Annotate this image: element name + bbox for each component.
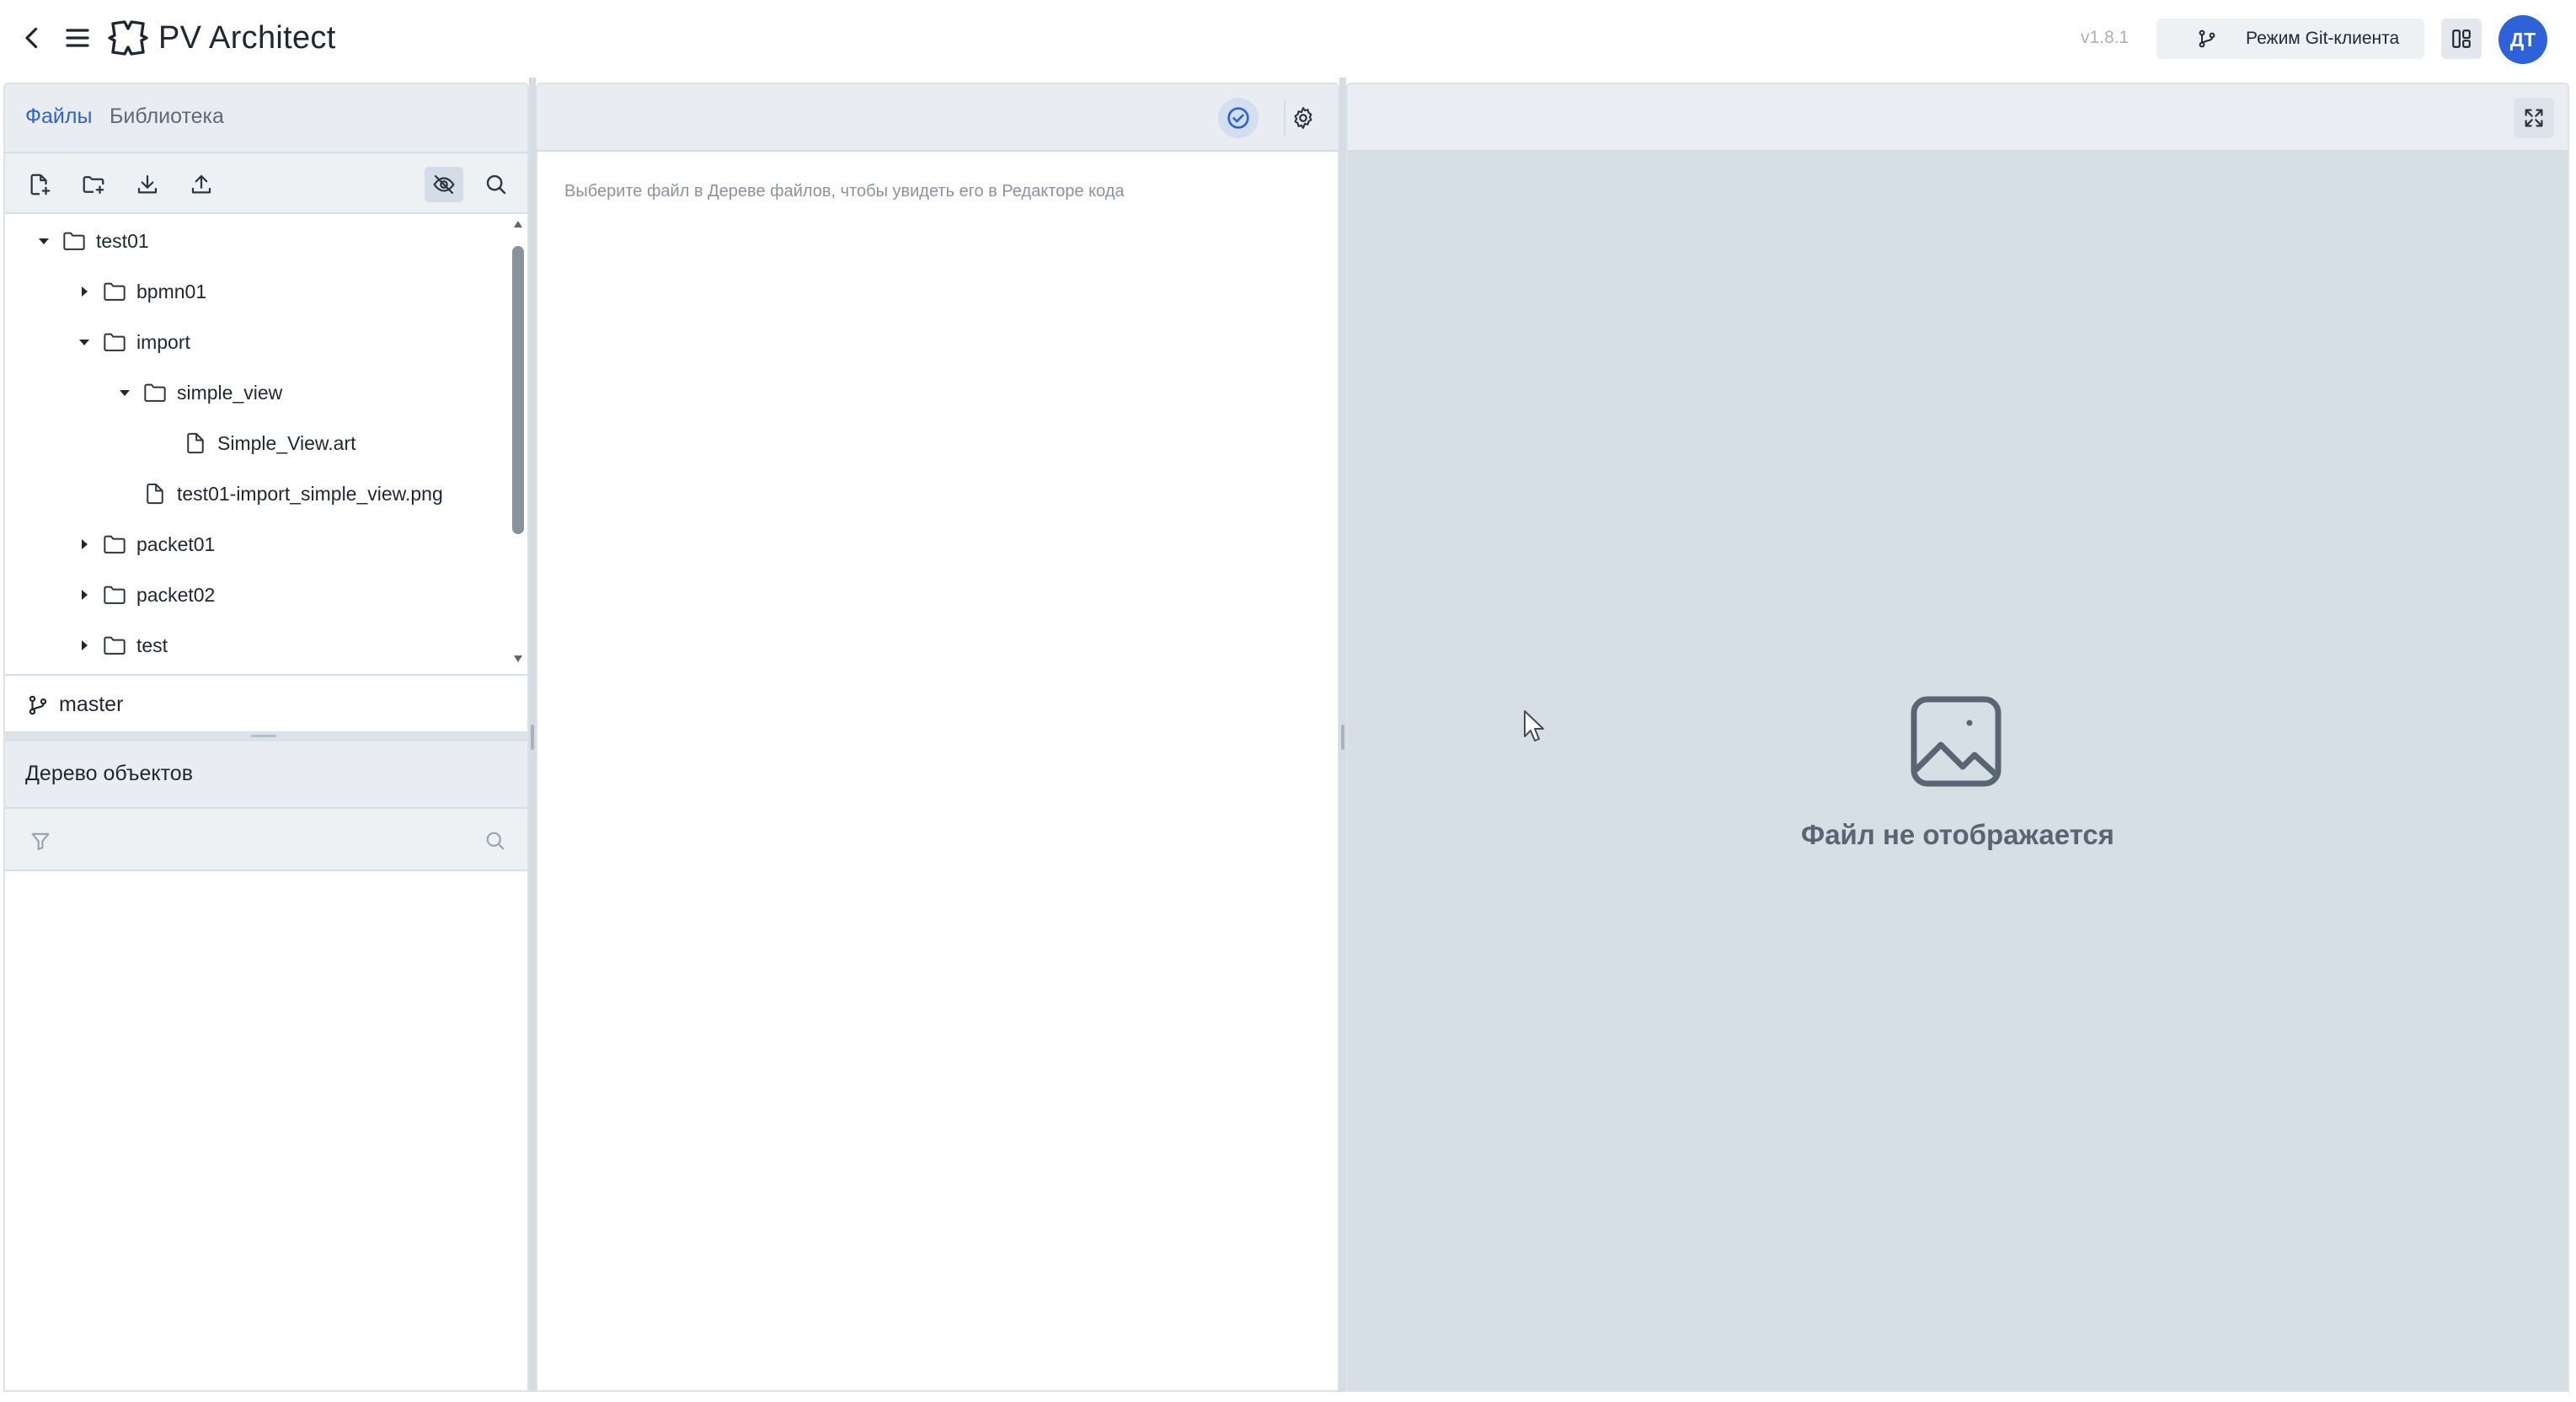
fullscreen-icon[interactable] — [2514, 98, 2554, 138]
editor-placeholder-text: Выберите файл в Дереве файлов, чтобы уви… — [564, 182, 1125, 201]
tree-item-label: test01 — [96, 229, 149, 252]
hamburger-menu-icon[interactable] — [62, 23, 93, 53]
mouse-cursor-icon — [1523, 709, 1548, 745]
tree-file-row[interactable]: Simple_View.art — [155, 426, 356, 460]
tree-item-label: import — [136, 330, 190, 353]
tree-folder-row[interactable]: bpmn01 — [74, 275, 206, 308]
caret-right-icon[interactable] — [74, 534, 94, 554]
caret-right-icon[interactable] — [74, 635, 94, 656]
check-circle-icon[interactable] — [1218, 98, 1259, 138]
file-icon — [143, 483, 167, 505]
tab-files[interactable]: Файлы — [25, 104, 92, 129]
object-tree-panel: Дерево объектов — [3, 741, 529, 1392]
object-filter-input[interactable] — [64, 822, 460, 858]
upload-icon[interactable] — [187, 170, 216, 199]
search-icon[interactable] — [482, 170, 510, 199]
new-file-icon[interactable] — [25, 170, 54, 199]
search-icon[interactable] — [484, 829, 507, 853]
image-placeholder-icon — [1909, 694, 2003, 789]
layout-toggle-icon[interactable] — [2441, 19, 2482, 59]
git-branch-icon — [2197, 29, 2217, 49]
folder-icon — [103, 281, 126, 302]
git-client-mode-button[interactable]: Режим Git-клиента — [2156, 19, 2424, 59]
tree-folder-row[interactable]: import — [74, 325, 190, 359]
tree-item-label: test01-import_simple_view.png — [177, 482, 443, 505]
tree-file-row[interactable]: test01-import_simple_view.png — [115, 477, 443, 511]
tab-library[interactable]: Библиотека — [110, 104, 224, 129]
app-logo-icon — [108, 19, 148, 57]
tree-folder-row[interactable]: test — [74, 629, 168, 662]
tree-item-label: bpmn01 — [136, 280, 207, 302]
preview-toolbar — [1348, 84, 2568, 152]
splitter-grip[interactable] — [1341, 725, 1344, 750]
object-tree-header: Дерево объектов — [5, 741, 527, 809]
filter-icon — [29, 829, 52, 853]
caret-right-icon[interactable] — [74, 281, 94, 302]
user-avatar[interactable]: ДТ — [2499, 15, 2547, 64]
object-tree-title: Дерево объектов — [25, 762, 193, 785]
no-preview-message: Файл не отображается — [1801, 819, 2114, 850]
folder-icon — [103, 533, 126, 555]
tree-item-label: simple_view — [177, 381, 283, 404]
splitter-grip[interactable] — [531, 725, 534, 750]
caret-right-icon[interactable] — [74, 585, 94, 605]
object-filter-bar — [5, 809, 527, 871]
branch-bar[interactable]: master — [5, 674, 527, 731]
file-tree: test01 bpmn01 import simple_view Simple_View… — [5, 214, 507, 669]
folder-icon — [103, 584, 126, 606]
download-icon[interactable] — [133, 170, 162, 199]
git-client-mode-label: Режим Git-клиента — [2246, 29, 2400, 48]
new-folder-icon[interactable] — [79, 170, 108, 199]
git-branch-icon — [27, 694, 49, 716]
caret-down-icon[interactable] — [34, 231, 54, 251]
tree-folder-row[interactable]: test01 — [34, 224, 149, 258]
folder-icon — [103, 331, 126, 353]
editor-toolbar — [537, 84, 1338, 152]
folder-icon — [62, 230, 86, 252]
current-branch-name: master — [59, 693, 124, 716]
panel-tabs: Файлы Библиотека — [5, 84, 527, 153]
caret-down-icon[interactable] — [115, 383, 135, 403]
tree-item-label: packet02 — [136, 583, 216, 606]
scrollbar-thumb[interactable] — [512, 246, 524, 534]
file-toolbar — [5, 153, 527, 214]
tree-item-label: Simple_View.art — [217, 431, 356, 454]
folder-icon — [103, 634, 126, 656]
app-header: PV Architect v1.8.1 Режим Git-клиента ДТ — [0, 0, 2576, 76]
file-explorer-panel: Файлы Библиотека test01 bpmn01 import simpl… — [3, 83, 529, 733]
file-icon — [184, 432, 207, 454]
eye-off-icon[interactable] — [425, 167, 463, 202]
caret-down-icon[interactable] — [74, 332, 94, 352]
folder-icon — [143, 382, 167, 404]
tree-folder-row[interactable]: packet02 — [74, 578, 215, 612]
tree-folder-row[interactable]: packet01 — [74, 527, 215, 561]
splitter-grip[interactable] — [251, 735, 276, 737]
tree-folder-row[interactable]: simple_view — [115, 376, 282, 409]
app-title: PV Architect — [158, 20, 336, 56]
app-version: v1.8.1 — [2081, 28, 2130, 47]
back-arrow-icon[interactable] — [17, 23, 47, 53]
gear-icon[interactable] — [1284, 99, 1321, 136]
code-editor-panel: Выберите файл в Дереве файлов, чтобы уви… — [536, 83, 1339, 1392]
tree-item-label: test — [136, 634, 168, 656]
tree-item-label: packet01 — [136, 532, 216, 555]
